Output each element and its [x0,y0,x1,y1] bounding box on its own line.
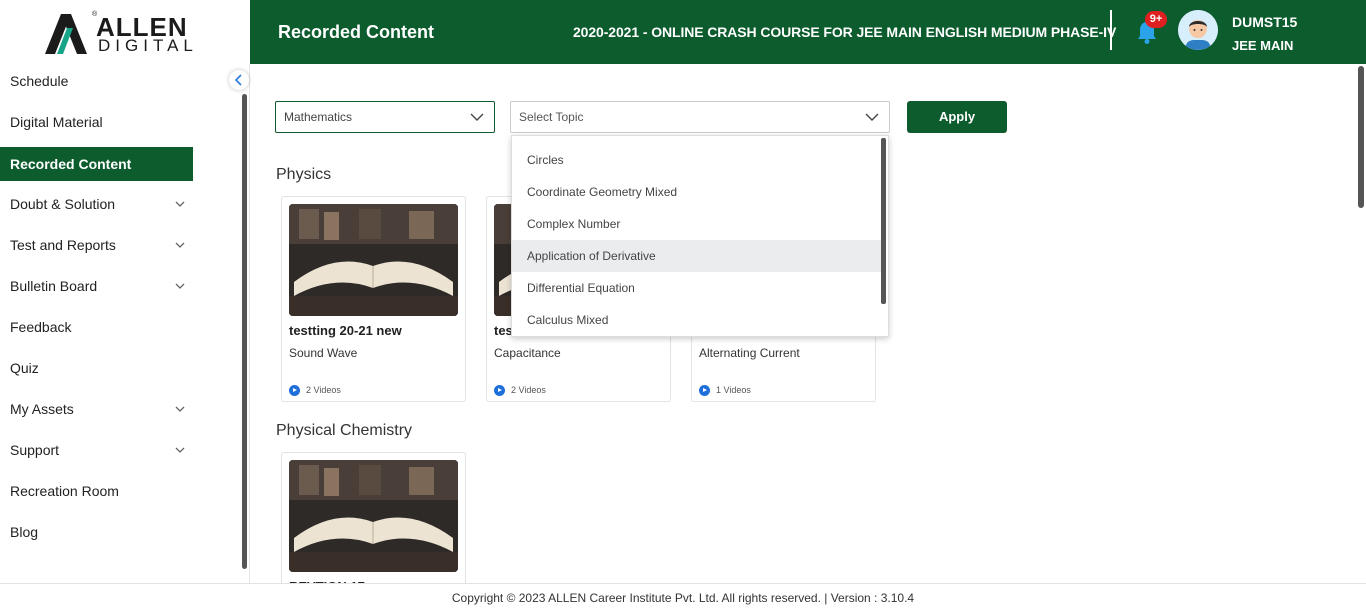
card-subtitle: Capacitance [494,346,561,360]
play-icon [289,385,300,397]
card-subtitle: Sound Wave [289,346,358,360]
video-count-text: 2 Videos [511,385,546,395]
header-divider [1110,10,1112,50]
section-title-physical-chemistry: Physical Chemistry [276,422,413,439]
dropdown-scrollbar[interactable] [881,138,886,304]
content-card[interactable]: REVTION 17 [281,452,466,594]
sidebar-item-test-reports[interactable]: Test and Reports [0,228,193,262]
video-count: 2 Videos [289,385,341,397]
sidebar-item-label: Bulletin Board [10,278,98,294]
sidebar-item-label: Blog [10,524,39,540]
chevron-left-icon [234,74,242,86]
book-thumbnail-image [289,460,458,572]
chevron-down-icon [865,113,879,121]
sidebar-item-label: Feedback [10,319,72,335]
sidebar-item-my-assets[interactable]: My Assets [0,392,193,426]
chevron-down-icon [175,406,185,412]
sidebar-item-quiz[interactable]: Quiz [0,351,193,385]
sidebar-item-label: Recreation Room [10,483,119,499]
notification-badge: 9+ [1145,11,1167,28]
chevron-down-icon [175,242,185,248]
brand-sub: DIGITAL [98,36,198,55]
logo[interactable]: ® ALLEN DIGITAL [0,0,250,64]
sidebar-item-feedback[interactable]: Feedback [0,310,193,344]
dropdown-option[interactable]: Coordinate Geometry Mixed [512,176,882,208]
content-card[interactable]: testting 20-21 new Sound Wave 2 Videos [281,196,466,402]
topic-select[interactable]: Select Topic [510,101,890,133]
sidebar-item-digital-material[interactable]: Digital Material [0,105,193,139]
chevron-down-icon [470,113,484,121]
apply-button[interactable]: Apply [907,101,1007,133]
course-name: 2020-2021 - ONLINE CRASH COURSE FOR JEE … [573,24,1117,40]
card-title: tes [494,323,513,338]
subject-select[interactable]: Mathematics [275,101,495,133]
video-count-text: 2 Videos [306,385,341,395]
sidebar-collapse-button[interactable] [229,70,249,90]
video-count: 1 Videos [699,385,751,397]
book-thumbnail-image [289,204,458,316]
card-subtitle: Alternating Current [699,346,800,360]
sidebar-item-support[interactable]: Support [0,433,193,467]
dropdown-option-highlighted[interactable]: Application of Derivative [512,240,882,272]
sidebar-item-label: Doubt & Solution [10,196,116,212]
topic-dropdown-menu: Circles Coordinate Geometry Mixed Comple… [511,135,889,337]
card-title: testting 20-21 new [289,323,402,338]
footer: Copyright © 2023 ALLEN Career Institute … [0,583,1366,612]
video-count-text: 1 Videos [716,385,751,395]
dropdown-option[interactable]: Differential Equation [512,272,882,304]
allen-logo-icon [45,14,87,54]
user-program: JEE MAIN [1232,38,1294,53]
sidebar-item-label: Test and Reports [10,237,116,253]
dropdown-option[interactable]: Circles [512,144,882,176]
sidebar-item-recorded-content[interactable]: Recorded Content [0,147,193,181]
sidebar-item-label: Support [10,442,60,458]
sidebar-item-bulletin-board[interactable]: Bulletin Board [0,269,193,303]
subject-select-value: Mathematics [284,110,353,124]
chevron-down-icon [175,283,185,289]
sidebar-item-recreation-room[interactable]: Recreation Room [0,474,193,508]
sidebar-item-blog[interactable]: Blog [0,515,193,549]
chevron-down-icon [175,201,185,207]
video-count: 2 Videos [494,385,546,397]
topic-select-placeholder: Select Topic [519,110,584,124]
sidebar-item-label: My Assets [10,401,74,417]
dropdown-option[interactable]: Calculus Mixed [512,304,882,336]
top-header: Recorded Content 2020-2021 - ONLINE CRAS… [250,0,1366,64]
sidebar-item-label: Schedule [10,73,69,89]
sidebar: Schedule Digital Material Recorded Conte… [0,64,250,583]
user-avatar-icon [1178,10,1218,50]
play-icon [494,385,505,397]
sidebar-item-schedule[interactable]: Schedule [0,64,193,98]
sidebar-scrollbar[interactable] [242,94,247,569]
sidebar-item-label: Quiz [10,360,39,376]
play-icon [699,385,710,397]
section-title-physics: Physics [276,166,332,183]
user-name[interactable]: DUMST15 [1232,14,1297,30]
page-title: Recorded Content [278,22,435,42]
dropdown-option[interactable]: Complex Number [512,208,882,240]
sidebar-item-label: Digital Material [10,114,103,130]
chevron-down-icon [175,447,185,453]
sidebar-item-doubt-solution[interactable]: Doubt & Solution [0,187,193,221]
sidebar-item-label: Recorded Content [10,156,132,172]
main-scrollbar[interactable] [1358,66,1364,208]
avatar[interactable] [1178,10,1218,50]
